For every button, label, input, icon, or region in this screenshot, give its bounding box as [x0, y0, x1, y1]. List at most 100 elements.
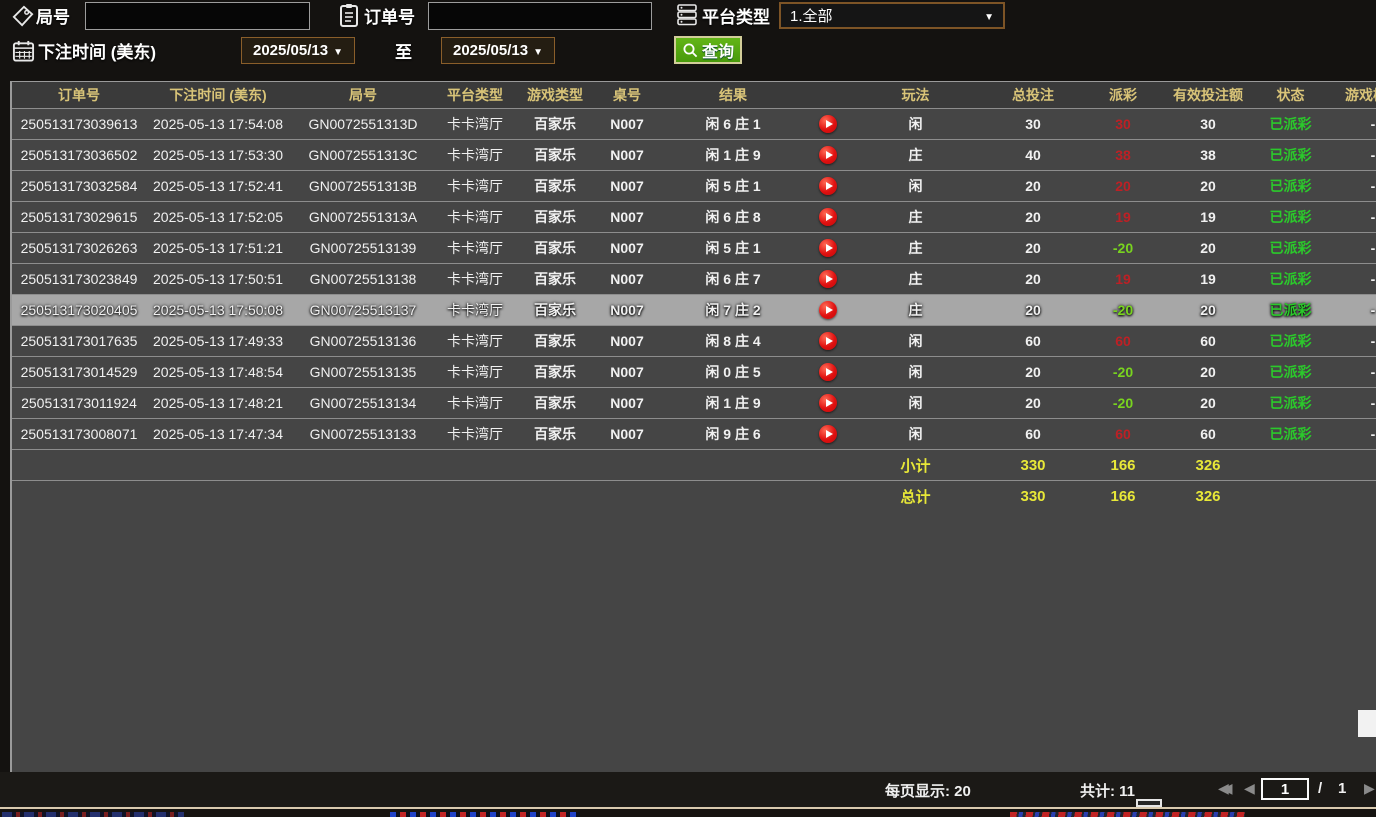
cell-table-number: N007 [596, 271, 658, 287]
cell-game-type: 百家乐 [514, 145, 596, 165]
cell-status: 已派彩 [1253, 176, 1328, 196]
cell-game-mode: - [1328, 209, 1376, 225]
cell-bet-side: 庄 [848, 145, 983, 165]
cell-total-bet: 20 [983, 240, 1083, 256]
table-row[interactable]: 2505131730176352025-05-13 17:49:33GN0072… [12, 325, 1376, 356]
header-platform: 平台类型 [436, 85, 514, 105]
cell-game-type: 百家乐 [514, 331, 596, 351]
play-video-icon[interactable] [819, 270, 837, 288]
cell-valid-bet: 20 [1163, 364, 1253, 380]
cell-game-type: 百家乐 [514, 300, 596, 320]
cell-total-bet: 20 [983, 209, 1083, 225]
cell-valid-bet: 19 [1163, 271, 1253, 287]
total-row-label: 总计 [848, 486, 983, 507]
platform-stack-icon [676, 2, 698, 26]
total-row: 总计330166326 [12, 480, 1376, 511]
cell-round-number: GN00725513133 [290, 426, 436, 442]
cell-order: 250513173039613 [12, 116, 146, 132]
first-page-icon[interactable] [1218, 780, 1233, 797]
cell-bet-time: 2025-05-13 17:53:30 [146, 147, 290, 163]
cell-result: 闲 5 庄 1 [658, 176, 808, 196]
table-row[interactable]: 2505131730296152025-05-13 17:52:05GN0072… [12, 201, 1376, 232]
next-page-icon[interactable] [1364, 780, 1375, 797]
cell-game-mode: - [1328, 271, 1376, 287]
header-bet-time: 下注时间 (美东) [146, 85, 290, 105]
header-payout: 派彩 [1083, 85, 1163, 105]
cell-video [808, 115, 848, 133]
round-number-label: 局号 [36, 3, 70, 28]
cell-platform: 卡卡湾厅 [436, 269, 514, 289]
cell-bet-time: 2025-05-13 17:50:08 [146, 302, 290, 318]
header-result: 结果 [658, 85, 808, 105]
play-video-icon[interactable] [819, 146, 837, 164]
cell-table-number: N007 [596, 333, 658, 349]
header-status: 状态 [1253, 85, 1328, 105]
cell-round-number: GN00725513135 [290, 364, 436, 380]
table-body: 2505131730396132025-05-13 17:54:08GN0072… [12, 108, 1376, 511]
cell-video [808, 332, 848, 350]
play-video-icon[interactable] [819, 425, 837, 443]
cell-valid-bet: 60 [1163, 426, 1253, 442]
cell-platform: 卡卡湾厅 [436, 238, 514, 258]
table-row[interactable]: 2505131730325842025-05-13 17:52:41GN0072… [12, 170, 1376, 201]
play-video-icon[interactable] [819, 394, 837, 412]
play-video-icon[interactable] [819, 239, 837, 257]
table-row[interactable]: 2505131730204052025-05-13 17:50:08GN0072… [12, 294, 1376, 325]
platform-type-select[interactable]: 1.全部 [779, 2, 1005, 29]
page-number-input[interactable] [1261, 778, 1309, 800]
cell-bet-side: 闲 [848, 176, 983, 196]
table-row[interactable]: 2505131730080712025-05-13 17:47:34GN0072… [12, 418, 1376, 449]
order-number-input[interactable] [428, 2, 652, 30]
cell-game-type: 百家乐 [514, 362, 596, 382]
cell-table-number: N007 [596, 240, 658, 256]
table-row[interactable]: 2505131730145292025-05-13 17:48:54GN0072… [12, 356, 1376, 387]
play-video-icon[interactable] [819, 115, 837, 133]
platform-type-label: 平台类型 [702, 3, 770, 28]
cell-game-mode: - [1328, 333, 1376, 349]
round-number-input[interactable] [85, 2, 310, 30]
table-row[interactable]: 2505131730119242025-05-13 17:48:21GN0072… [12, 387, 1376, 418]
subtotal-row-valid-bet: 326 [1163, 457, 1253, 474]
table-row[interactable]: 2505131730365022025-05-13 17:53:30GN0072… [12, 139, 1376, 170]
play-video-icon[interactable] [819, 301, 837, 319]
prev-page-icon[interactable] [1244, 780, 1255, 797]
total-count-label: 共计: 11 [1080, 780, 1135, 801]
cell-status: 已派彩 [1253, 362, 1328, 382]
play-video-icon[interactable] [819, 208, 837, 226]
cell-valid-bet: 20 [1163, 302, 1253, 318]
cell-table-number: N007 [596, 395, 658, 411]
date-to-picker[interactable]: 2025/05/13 [441, 37, 555, 64]
cell-valid-bet: 38 [1163, 147, 1253, 163]
cell-bet-time: 2025-05-13 17:52:41 [146, 178, 290, 194]
cell-order: 250513173023849 [12, 271, 146, 287]
play-video-icon[interactable] [819, 332, 837, 350]
cell-game-type: 百家乐 [514, 238, 596, 258]
cell-table-number: N007 [596, 426, 658, 442]
cell-total-bet: 40 [983, 147, 1083, 163]
date-from-picker[interactable]: 2025/05/13 [241, 37, 355, 64]
cell-round-number: GN0072551313A [290, 209, 436, 225]
table-row[interactable]: 2505131730238492025-05-13 17:50:51GN0072… [12, 263, 1376, 294]
cell-status: 已派彩 [1253, 393, 1328, 413]
cell-game-type: 百家乐 [514, 207, 596, 227]
play-video-icon[interactable] [819, 177, 837, 195]
per-page-label: 每页显示: 20 [885, 780, 971, 801]
total-pages: 1 [1338, 780, 1346, 797]
date-to-value: 2025/05/13 [453, 42, 528, 59]
cell-video [808, 394, 848, 412]
cell-platform: 卡卡湾厅 [436, 331, 514, 351]
cell-video [808, 301, 848, 319]
cell-platform: 卡卡湾厅 [436, 145, 514, 165]
cell-game-mode: - [1328, 178, 1376, 194]
cell-total-bet: 20 [983, 302, 1083, 318]
cell-payout: 19 [1083, 271, 1163, 287]
cell-video [808, 425, 848, 443]
cell-platform: 卡卡湾厅 [436, 424, 514, 444]
table-header-row: 订单号下注时间 (美东)局号平台类型游戏类型桌号结果玩法总投注派彩有效投注额状态… [12, 82, 1376, 108]
table-row[interactable]: 2505131730262632025-05-13 17:51:21GN0072… [12, 232, 1376, 263]
table-row[interactable]: 2505131730396132025-05-13 17:54:08GN0072… [12, 108, 1376, 139]
cell-platform: 卡卡湾厅 [436, 207, 514, 227]
play-video-icon[interactable] [819, 363, 837, 381]
search-button[interactable]: 查询 [674, 36, 742, 64]
cell-result: 闲 5 庄 1 [658, 238, 808, 258]
